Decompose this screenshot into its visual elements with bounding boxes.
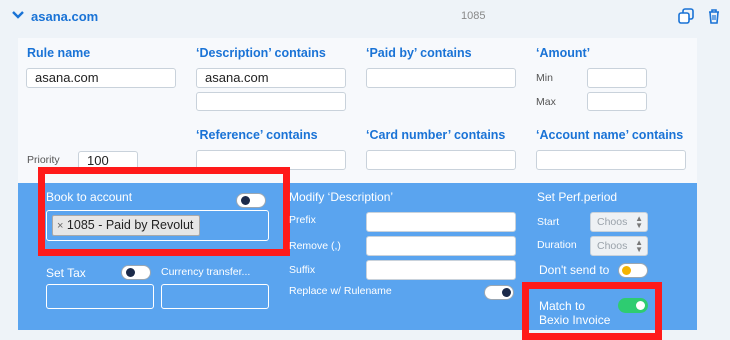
start-select-value: Choos: [597, 216, 628, 228]
set-tax-input[interactable]: [46, 284, 154, 309]
set-tax-label: Set Tax: [46, 266, 86, 280]
match-bexio-label: Match to Bexio Invoice: [539, 299, 610, 327]
prefix-input[interactable]: [366, 212, 516, 232]
start-label: Start: [537, 216, 560, 228]
chevron-down-icon[interactable]: [11, 8, 25, 22]
spinner-arrows-icon: ▲ ▼: [635, 238, 643, 254]
suffix-label: Suffix: [289, 264, 316, 276]
amount-min-input[interactable]: [587, 68, 647, 88]
card-number-label: ‘Card number’ contains: [366, 128, 506, 142]
dont-send-label: Don't send to: [539, 263, 610, 277]
toggle-knob: [502, 288, 511, 297]
set-period-label: Set Perf.period: [537, 190, 618, 204]
toggle-knob: [636, 301, 645, 310]
rule-name-input[interactable]: asana.com: [26, 68, 176, 88]
toggle-knob: [126, 268, 135, 277]
book-to-account-label: Book to account: [46, 190, 133, 204]
match-bexio-label-line2: Bexio Invoice: [539, 313, 611, 327]
match-bexio-toggle[interactable]: [618, 298, 648, 313]
replace-rulename-toggle[interactable]: [484, 285, 514, 300]
card-number-input[interactable]: [366, 150, 516, 170]
description-contains-input-2[interactable]: [196, 92, 346, 111]
toggle-knob: [622, 266, 631, 275]
paid-by-input[interactable]: [366, 68, 516, 88]
tag-remove-icon[interactable]: ×: [57, 220, 63, 232]
match-bexio-label-line1: Match to: [539, 299, 586, 313]
amount-label: ‘Amount’: [536, 46, 591, 60]
remove-label: Remove (,): [289, 240, 341, 252]
rule-title[interactable]: asana.com: [31, 9, 98, 24]
amount-max-input[interactable]: [587, 92, 647, 111]
remove-input[interactable]: [366, 236, 516, 256]
spinner-arrows-icon: ▲ ▼: [635, 214, 643, 230]
account-name-label: ‘Account name’ contains: [536, 128, 684, 142]
account-tag-label: 1085 - Paid by Revolut: [66, 218, 194, 232]
duration-select-value: Choos: [597, 240, 628, 252]
rule-name-label: Rule name: [27, 46, 91, 60]
duration-label: Duration: [537, 239, 577, 251]
reference-contains-label: ‘Reference’ contains: [196, 128, 318, 142]
copy-icon[interactable]: [677, 7, 695, 25]
replace-rulename-label: Replace w/ Rulename: [289, 285, 392, 297]
duration-select[interactable]: Choos ▲ ▼: [590, 236, 648, 256]
description-contains-input[interactable]: asana.com: [196, 68, 346, 88]
set-tax-toggle[interactable]: [121, 265, 151, 280]
account-tag[interactable]: × 1085 - Paid by Revolut: [52, 215, 200, 236]
toggle-knob: [241, 196, 250, 205]
dont-send-toggle[interactable]: [618, 263, 648, 278]
account-number: 1085: [461, 10, 486, 22]
currency-transfer-input[interactable]: [161, 284, 269, 309]
account-name-input[interactable]: [536, 150, 686, 170]
book-to-account-toggle[interactable]: [236, 193, 266, 208]
currency-transfer-label: Currency transfer...: [161, 266, 251, 278]
max-label: Max: [536, 96, 556, 108]
prefix-label: Prefix: [289, 214, 316, 226]
priority-label: Priority: [27, 154, 60, 166]
min-label: Min: [536, 72, 553, 84]
suffix-input[interactable]: [366, 260, 516, 280]
trash-icon[interactable]: [705, 7, 723, 25]
paid-by-label: ‘Paid by’ contains: [366, 46, 472, 60]
description-contains-label: ‘Description’ contains: [196, 46, 326, 60]
modify-description-label: Modify ‘Description’: [289, 190, 394, 204]
start-select[interactable]: Choos ▲ ▼: [590, 212, 648, 232]
